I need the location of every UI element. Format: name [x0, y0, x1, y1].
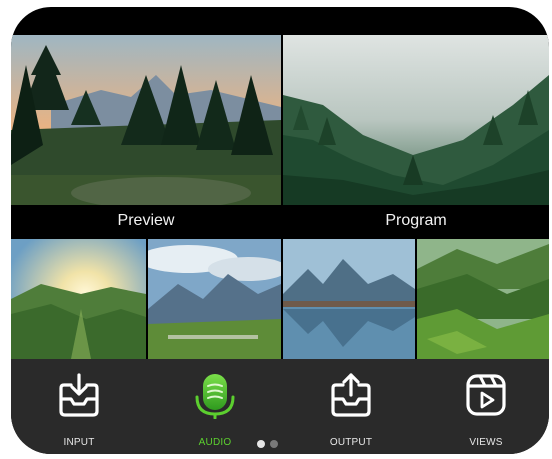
page-dot-2[interactable]: [270, 440, 278, 448]
inbox-download-icon: [59, 373, 99, 417]
program-image: [283, 35, 549, 205]
page-dot-1[interactable]: [257, 440, 265, 448]
program-label: Program: [385, 212, 447, 229]
program-monitor[interactable]: [283, 35, 549, 205]
audio-label: AUDIO: [198, 437, 232, 448]
preview-image: [11, 35, 281, 205]
microphone-icon: [195, 374, 235, 419]
thumbnail-image: [148, 239, 281, 359]
source-thumbnail-3[interactable]: [283, 239, 415, 359]
inbox-upload-icon: [331, 373, 371, 417]
input-label: INPUT: [63, 437, 95, 448]
preview-monitor[interactable]: [11, 35, 281, 205]
thumbnail-image: [283, 239, 415, 359]
source-thumbnail-1[interactable]: [11, 239, 146, 359]
source-thumbnail-2[interactable]: [148, 239, 281, 359]
video-reel-icon: [466, 374, 506, 416]
source-thumbnail-4[interactable]: [417, 239, 549, 359]
thumbnail-image: [417, 239, 549, 359]
thumbnail-image: [11, 239, 146, 359]
input-button[interactable]: INPUT: [34, 363, 124, 448]
views-button[interactable]: VIEWS: [441, 363, 531, 448]
output-button[interactable]: OUTPUT: [306, 363, 396, 448]
audio-button[interactable]: AUDIO: [170, 363, 260, 448]
page-indicator: [257, 440, 287, 450]
output-label: OUTPUT: [329, 437, 373, 448]
views-label: VIEWS: [469, 437, 503, 448]
preview-label: Preview: [117, 212, 175, 229]
device-screen: Preview Program INPUT AUDIO OUTPUT VIEWS: [11, 7, 549, 454]
